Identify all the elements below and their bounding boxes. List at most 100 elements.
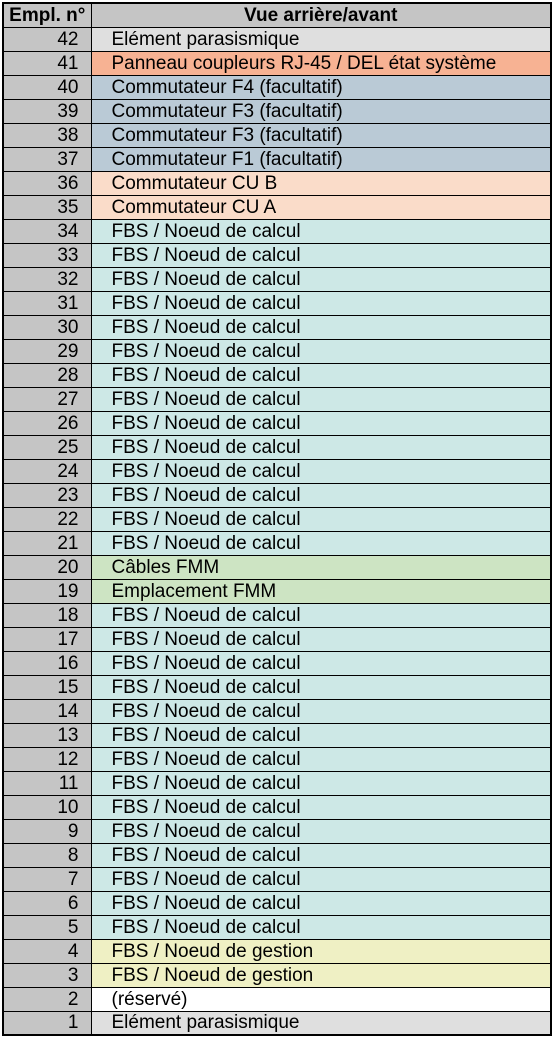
table-row: 9FBS / Noeud de calcul — [3, 819, 551, 843]
slot-number: 30 — [3, 315, 91, 339]
table-body: 42Elément parasismique41Panneau coupleur… — [3, 27, 551, 1035]
table-row: 41Panneau coupleurs RJ-45 / DEL état sys… — [3, 51, 551, 75]
table-row: 32FBS / Noeud de calcul — [3, 267, 551, 291]
slot-description: FBS / Noeud de calcul — [91, 747, 551, 771]
slot-description: FBS / Noeud de gestion — [91, 939, 551, 963]
slot-number: 1 — [3, 1011, 91, 1035]
slot-description: FBS / Noeud de calcul — [91, 699, 551, 723]
slot-number: 6 — [3, 891, 91, 915]
slot-number: 40 — [3, 75, 91, 99]
table-row: 13FBS / Noeud de calcul — [3, 723, 551, 747]
slot-description: FBS / Noeud de calcul — [91, 843, 551, 867]
table-row: 21FBS / Noeud de calcul — [3, 531, 551, 555]
slot-description: FBS / Noeud de calcul — [91, 219, 551, 243]
table-row: 36Commutateur CU B — [3, 171, 551, 195]
slot-table: Empl. n° Vue arrière/avant 42Elément par… — [2, 2, 552, 1036]
slot-description: Emplacement FMM — [91, 579, 551, 603]
table-row: 39Commutateur F3 (facultatif) — [3, 99, 551, 123]
table-row: 19Emplacement FMM — [3, 579, 551, 603]
slot-description: Elément parasismique — [91, 1011, 551, 1035]
table-row: 35Commutateur CU A — [3, 195, 551, 219]
slot-description: FBS / Noeud de gestion — [91, 963, 551, 987]
slot-number: 23 — [3, 483, 91, 507]
slot-number: 17 — [3, 627, 91, 651]
table-row: 18FBS / Noeud de calcul — [3, 603, 551, 627]
slot-number: 16 — [3, 651, 91, 675]
table-row: 24FBS / Noeud de calcul — [3, 459, 551, 483]
slot-number: 21 — [3, 531, 91, 555]
slot-number: 7 — [3, 867, 91, 891]
slot-number: 4 — [3, 939, 91, 963]
slot-number: 31 — [3, 291, 91, 315]
slot-description: FBS / Noeud de calcul — [91, 267, 551, 291]
slot-description: FBS / Noeud de calcul — [91, 627, 551, 651]
table-row: 27FBS / Noeud de calcul — [3, 387, 551, 411]
slot-description: FBS / Noeud de calcul — [91, 411, 551, 435]
slot-description: FBS / Noeud de calcul — [91, 507, 551, 531]
table-row: 10FBS / Noeud de calcul — [3, 795, 551, 819]
header-slot-number: Empl. n° — [3, 3, 91, 27]
table-row: 26FBS / Noeud de calcul — [3, 411, 551, 435]
slot-number: 8 — [3, 843, 91, 867]
table-row: 33FBS / Noeud de calcul — [3, 243, 551, 267]
table-row: 29FBS / Noeud de calcul — [3, 339, 551, 363]
slot-description: FBS / Noeud de calcul — [91, 915, 551, 939]
slot-number: 3 — [3, 963, 91, 987]
slot-number: 28 — [3, 363, 91, 387]
slot-number: 11 — [3, 771, 91, 795]
slot-number: 10 — [3, 795, 91, 819]
slot-number: 41 — [3, 51, 91, 75]
table-row: 2(réservé) — [3, 987, 551, 1011]
slot-number: 19 — [3, 579, 91, 603]
slot-description: Panneau coupleurs RJ-45 / DEL état systè… — [91, 51, 551, 75]
slot-description: (réservé) — [91, 987, 551, 1011]
table-row: 40Commutateur F4 (facultatif) — [3, 75, 551, 99]
slot-number: 22 — [3, 507, 91, 531]
slot-number: 35 — [3, 195, 91, 219]
table-row: 3FBS / Noeud de gestion — [3, 963, 551, 987]
slot-description: Commutateur F3 (facultatif) — [91, 123, 551, 147]
table-row: 20Câbles FMM — [3, 555, 551, 579]
slot-description: FBS / Noeud de calcul — [91, 651, 551, 675]
table-row: 37Commutateur F1 (facultatif) — [3, 147, 551, 171]
slot-description: Commutateur F1 (facultatif) — [91, 147, 551, 171]
slot-description: FBS / Noeud de calcul — [91, 243, 551, 267]
slot-description: FBS / Noeud de calcul — [91, 387, 551, 411]
table-row: 5FBS / Noeud de calcul — [3, 915, 551, 939]
table-row: 25FBS / Noeud de calcul — [3, 435, 551, 459]
table-row: 34FBS / Noeud de calcul — [3, 219, 551, 243]
table-header-row: Empl. n° Vue arrière/avant — [3, 3, 551, 27]
table-row: 31FBS / Noeud de calcul — [3, 291, 551, 315]
slot-number: 29 — [3, 339, 91, 363]
slot-number: 2 — [3, 987, 91, 1011]
header-description: Vue arrière/avant — [91, 3, 551, 27]
slot-number: 33 — [3, 243, 91, 267]
slot-number: 37 — [3, 147, 91, 171]
table-row: 16FBS / Noeud de calcul — [3, 651, 551, 675]
slot-description: FBS / Noeud de calcul — [91, 819, 551, 843]
table-row: 42Elément parasismique — [3, 27, 551, 51]
slot-number: 42 — [3, 27, 91, 51]
slot-number: 12 — [3, 747, 91, 771]
slot-description: FBS / Noeud de calcul — [91, 315, 551, 339]
slot-description: Commutateur CU A — [91, 195, 551, 219]
slot-description: FBS / Noeud de calcul — [91, 291, 551, 315]
slot-number: 32 — [3, 267, 91, 291]
slot-number: 39 — [3, 99, 91, 123]
table-row: 6FBS / Noeud de calcul — [3, 891, 551, 915]
slot-number: 13 — [3, 723, 91, 747]
slot-number: 9 — [3, 819, 91, 843]
slot-number: 5 — [3, 915, 91, 939]
slot-description: FBS / Noeud de calcul — [91, 435, 551, 459]
slot-description: Câbles FMM — [91, 555, 551, 579]
slot-number: 15 — [3, 675, 91, 699]
slot-number: 36 — [3, 171, 91, 195]
table-row: 23FBS / Noeud de calcul — [3, 483, 551, 507]
slot-description: FBS / Noeud de calcul — [91, 603, 551, 627]
slot-number: 20 — [3, 555, 91, 579]
slot-description: FBS / Noeud de calcul — [91, 363, 551, 387]
table-row: 22FBS / Noeud de calcul — [3, 507, 551, 531]
table-row: 17FBS / Noeud de calcul — [3, 627, 551, 651]
slot-description: FBS / Noeud de calcul — [91, 483, 551, 507]
table-row: 1Elément parasismique — [3, 1011, 551, 1035]
